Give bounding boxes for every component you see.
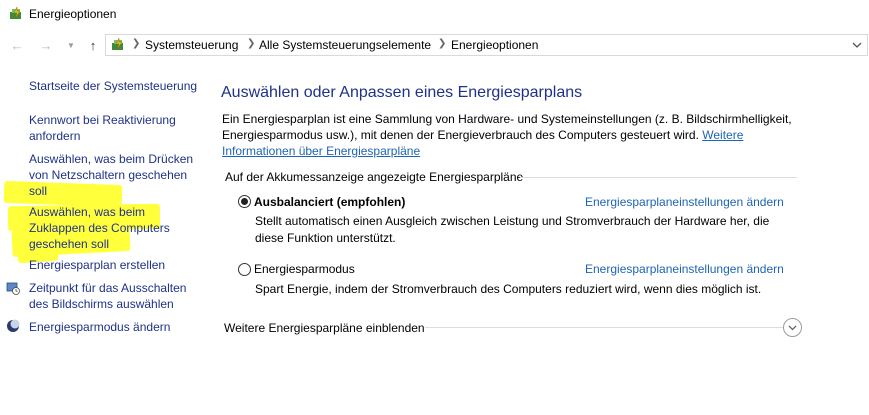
chevron-down-icon[interactable] [851, 39, 863, 51]
plan-description: Stellt automatisch einen Ausgleich zwisc… [255, 214, 770, 245]
power-options-icon [112, 37, 123, 51]
plan-settings-link[interactable]: Energiesparplaneinstellungen ändern [585, 262, 784, 276]
forward-arrow-icon[interactable]: → [37, 35, 55, 55]
chevron-right-icon[interactable]: ❯ [247, 38, 255, 49]
page-description: Ein Energiesparplan ist eine Sammlung vo… [222, 112, 792, 158]
plan-radio-balanced[interactable] [238, 195, 251, 208]
navigation-bar: ← → ▼ ↑ ❯ Systemsteuerung ❯ Alle Systems… [0, 32, 869, 58]
title-bar: Energieoptionen [0, 0, 869, 30]
power-options-icon [10, 6, 21, 20]
show-more-plans-label[interactable]: Weitere Energiesparpläne einblenden [224, 321, 425, 335]
back-arrow-icon[interactable]: ← [8, 35, 26, 55]
sidebar-item-lid-close[interactable]: Auswählen, was beim Zuklappen des Comput… [29, 204, 170, 252]
chevron-right-icon[interactable]: ❯ [132, 38, 140, 49]
sidebar-item-control-panel-home[interactable]: Startseite der Systemsteuerung [29, 78, 197, 94]
expand-chevron-icon[interactable] [783, 318, 802, 337]
sidebar-item-sleep-mode[interactable]: Energiesparmodus ändern [29, 319, 170, 335]
breadcrumb-item[interactable]: Alle Systemsteuerungselemente [259, 38, 431, 52]
moon-sleep-icon [7, 319, 20, 332]
up-arrow-icon[interactable]: ↑ [84, 35, 102, 55]
display-timer-icon [6, 282, 20, 295]
group-label: Auf der Akkumessanzeige angezeigte Energ… [225, 170, 524, 184]
chevron-right-icon[interactable]: ❯ [438, 38, 446, 49]
breadcrumb-item[interactable]: Energieoptionen [451, 38, 538, 52]
plan-radio-power-saver[interactable] [238, 263, 251, 276]
plan-description: Spart Energie, indem der Stromverbrauch … [255, 282, 762, 296]
address-bar[interactable]: ❯ Systemsteuerung ❯ Alle Systemsteuerung… [105, 34, 868, 56]
recent-locations-chevron-icon[interactable]: ▼ [62, 35, 80, 55]
sidebar-item-password-on-wakeup[interactable]: Kennwort bei Reaktivierung anfordern [29, 112, 176, 144]
plan-name[interactable]: Ausbalanciert (empfohlen) [254, 195, 405, 209]
chevron-down-icon [788, 325, 797, 331]
sidebar-item-power-buttons[interactable]: Auswählen, was beim Drücken von Netzscha… [29, 151, 193, 199]
divider [425, 327, 783, 328]
page-title: Auswählen oder Anpassen eines Energiespa… [221, 84, 583, 101]
plan-settings-link[interactable]: Energiesparplaneinstellungen ändern [585, 195, 784, 209]
sidebar-item-display-off-time[interactable]: Zeitpunkt für das Ausschalten des Bildsc… [29, 280, 186, 312]
divider [520, 177, 797, 178]
breadcrumb-item[interactable]: Systemsteuerung [145, 38, 238, 52]
plan-name[interactable]: Energiesparmodus [254, 262, 355, 276]
window-title: Energieoptionen [29, 7, 117, 21]
sidebar-item-create-plan[interactable]: Energiesparplan erstellen [29, 257, 165, 273]
